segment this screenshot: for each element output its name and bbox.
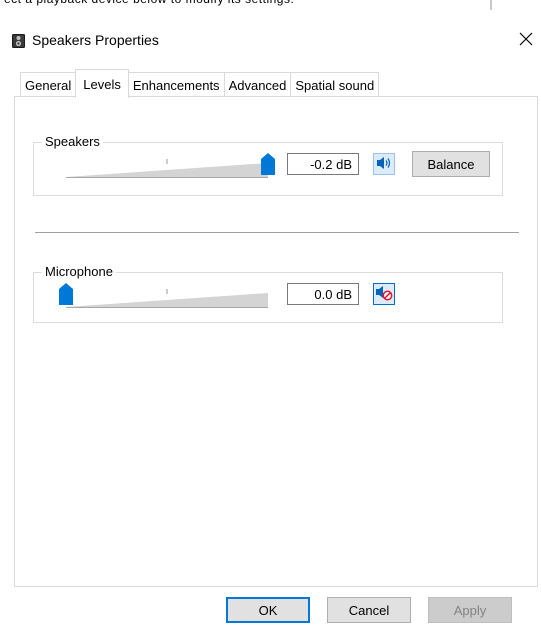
tab-spatial-sound[interactable]: Spatial sound — [290, 72, 380, 98]
background-dialog-text: ect a playback device below to modify it… — [0, 0, 541, 12]
background-divider — [490, 0, 492, 10]
tab-advanced[interactable]: Advanced — [223, 72, 292, 98]
microphone-level-value[interactable]: 0.0 dB — [287, 283, 359, 305]
cancel-button[interactable]: Cancel — [327, 597, 411, 623]
microphone-volume-slider[interactable] — [59, 283, 270, 311]
section-separator — [35, 232, 519, 233]
levels-panel: Speakers -0.2 dB Balance Microphone 0.0 … — [14, 96, 538, 587]
speaker-volume-icon — [376, 156, 392, 173]
tab-enhancements[interactable]: Enhancements — [127, 72, 225, 98]
balance-button[interactable]: Balance — [412, 151, 490, 177]
speakers-volume-slider[interactable] — [64, 153, 275, 181]
title-bar: Speakers Properties — [0, 12, 541, 64]
speakers-label: Speakers — [42, 134, 103, 150]
tab-general[interactable]: General — [20, 72, 77, 98]
microphone-group: Microphone 0.0 dB — [33, 264, 503, 323]
apply-button[interactable]: Apply — [428, 597, 512, 623]
speakers-mute-button[interactable] — [373, 153, 395, 175]
speakers-level-value[interactable]: -0.2 dB — [287, 153, 359, 175]
speaker-device-icon — [12, 34, 25, 48]
speakers-group: Speakers -0.2 dB Balance — [33, 134, 503, 196]
close-icon — [519, 32, 533, 49]
speakers-slider-thumb[interactable] — [261, 153, 275, 175]
window-title: Speakers Properties — [32, 32, 159, 48]
microphone-mute-button[interactable] — [373, 283, 395, 305]
microphone-label: Microphone — [42, 264, 116, 280]
tab-strip: General Levels Enhancements Advanced Spa… — [20, 69, 380, 98]
ok-button[interactable]: OK — [226, 597, 310, 623]
speaker-muted-icon — [375, 285, 393, 304]
microphone-slider-thumb[interactable] — [59, 283, 73, 305]
close-button[interactable] — [514, 28, 538, 52]
tab-levels[interactable]: Levels — [75, 69, 129, 98]
